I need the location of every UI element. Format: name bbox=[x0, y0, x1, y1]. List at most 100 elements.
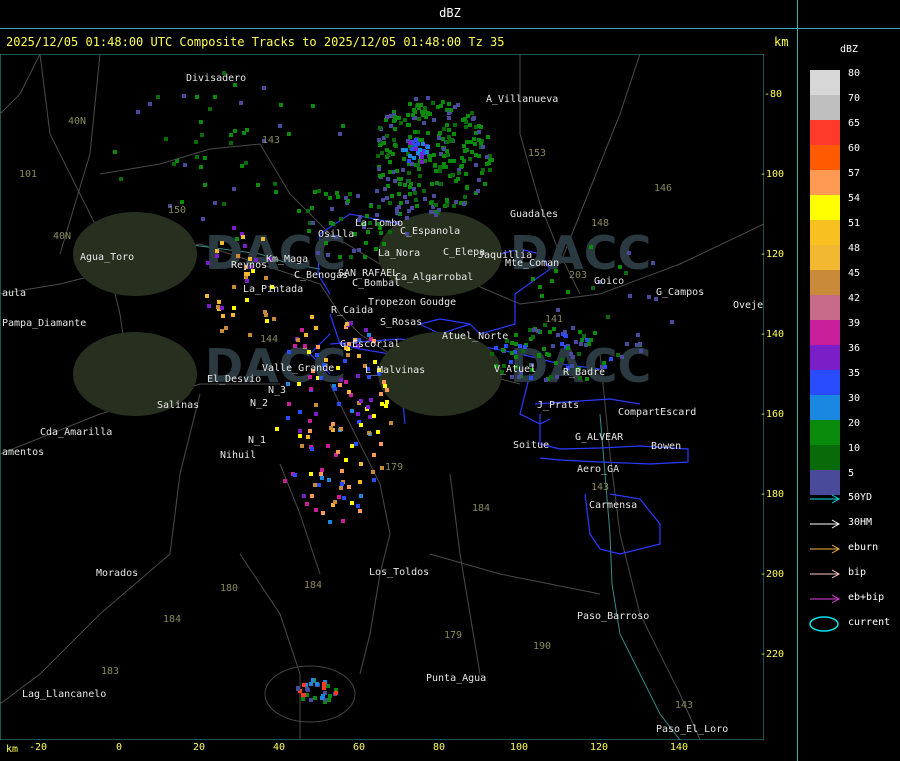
echo-cell bbox=[407, 179, 411, 183]
place-label: amentos bbox=[2, 447, 45, 458]
echo-cell bbox=[504, 344, 508, 348]
x-tick-label: 20 bbox=[193, 742, 206, 753]
place-label: R_Badre bbox=[563, 367, 606, 378]
echo-cell bbox=[287, 402, 291, 406]
echo-cell bbox=[377, 167, 381, 171]
echo-cell bbox=[446, 153, 450, 157]
echo-cell bbox=[389, 421, 393, 425]
echo-cell bbox=[419, 103, 423, 107]
echo-cell bbox=[571, 326, 575, 330]
echo-cell bbox=[329, 426, 333, 430]
echo-cell bbox=[408, 154, 412, 158]
echo-cell bbox=[635, 343, 639, 347]
echo-cell bbox=[377, 205, 381, 209]
echo-cell bbox=[385, 400, 389, 404]
echo-cell bbox=[418, 174, 422, 178]
echo-cell bbox=[473, 142, 477, 146]
legend-swatch bbox=[810, 320, 840, 345]
echo-cell bbox=[542, 347, 546, 351]
echo-cell bbox=[431, 101, 435, 105]
echo-cell bbox=[474, 163, 478, 167]
echo-cell bbox=[579, 342, 583, 346]
echo-cell bbox=[297, 209, 301, 213]
echo-cell bbox=[339, 486, 343, 490]
place-label: Divisadero bbox=[186, 73, 247, 84]
echo-cell bbox=[308, 429, 312, 433]
echo-cell bbox=[470, 150, 474, 154]
echo-cell bbox=[207, 304, 211, 308]
echo-cell bbox=[447, 116, 451, 120]
route-label: 146 bbox=[654, 183, 673, 194]
echo-cell bbox=[172, 162, 176, 166]
place-label: La_Tombo bbox=[355, 218, 404, 229]
echo-cell bbox=[488, 158, 492, 162]
echo-cell bbox=[551, 344, 555, 348]
place-label: A_Villanueva bbox=[486, 94, 559, 105]
echo-cell bbox=[199, 120, 203, 124]
echo-cell bbox=[380, 466, 384, 470]
echo-cell bbox=[314, 403, 318, 407]
echo-cell bbox=[574, 340, 578, 344]
echo-cell bbox=[381, 173, 385, 177]
echo-cell bbox=[265, 319, 269, 323]
echo-cell bbox=[414, 198, 418, 202]
x-tick-label: -20 bbox=[29, 742, 48, 753]
echo-cell bbox=[320, 696, 324, 700]
echo-cell bbox=[273, 182, 277, 186]
place-label: Los_Toldos bbox=[369, 567, 430, 578]
echo-cell bbox=[393, 143, 397, 147]
echo-cell bbox=[403, 183, 407, 187]
x-axis-unit: km bbox=[6, 744, 19, 755]
echo-cell bbox=[338, 255, 342, 259]
echo-cell bbox=[554, 361, 558, 365]
echo-cell bbox=[468, 157, 472, 161]
echo-cell bbox=[566, 290, 570, 294]
legend-swatch bbox=[810, 345, 840, 370]
place-label: N_3 bbox=[268, 385, 287, 396]
echo-cell bbox=[465, 185, 469, 189]
track-legend-label: bip bbox=[848, 567, 867, 578]
radar-map[interactable]: DACC DACC DACC DACC bbox=[0, 54, 764, 740]
echo-cell bbox=[397, 116, 401, 120]
echo-cell bbox=[442, 147, 446, 151]
place-label: L_Malvinas bbox=[365, 365, 426, 376]
echo-cell bbox=[339, 378, 343, 382]
echo-cell bbox=[449, 108, 453, 112]
echo-cell bbox=[350, 501, 354, 505]
place-label: Morados bbox=[96, 568, 139, 579]
echo-cell bbox=[345, 322, 349, 326]
echo-cell bbox=[379, 231, 383, 235]
echo-cell bbox=[311, 104, 315, 108]
echo-cell bbox=[510, 341, 514, 345]
header-units-label: dBZ bbox=[439, 6, 461, 20]
echo-cell bbox=[468, 123, 472, 127]
echo-cell bbox=[434, 169, 438, 173]
echo-cell bbox=[368, 415, 372, 419]
echo-cell bbox=[434, 213, 438, 217]
echo-cell bbox=[420, 138, 424, 142]
echo-cell bbox=[627, 251, 631, 255]
echo-cell bbox=[388, 230, 392, 234]
echo-cell bbox=[552, 327, 556, 331]
echo-cell bbox=[426, 145, 430, 149]
echo-cell bbox=[399, 121, 403, 125]
echo-cell bbox=[425, 150, 429, 154]
echo-cell bbox=[229, 133, 233, 137]
arrow-icon bbox=[810, 494, 841, 504]
echo-cell bbox=[236, 254, 240, 258]
legend-swatch bbox=[810, 220, 840, 245]
echo-cell bbox=[422, 121, 426, 125]
echo-cell bbox=[217, 300, 221, 304]
echo-cell bbox=[340, 482, 344, 486]
legend-swatch bbox=[810, 195, 840, 220]
route-label: 141 bbox=[545, 314, 564, 325]
echo-cell bbox=[403, 195, 407, 199]
echo-cell bbox=[407, 159, 411, 163]
echo-cell bbox=[414, 97, 418, 101]
echo-cell bbox=[560, 342, 564, 346]
echo-cell bbox=[417, 167, 421, 171]
echo-cell bbox=[319, 472, 323, 476]
echo-cell bbox=[213, 95, 217, 99]
place-label: N_2 bbox=[250, 398, 269, 409]
echo-cell bbox=[327, 698, 331, 702]
